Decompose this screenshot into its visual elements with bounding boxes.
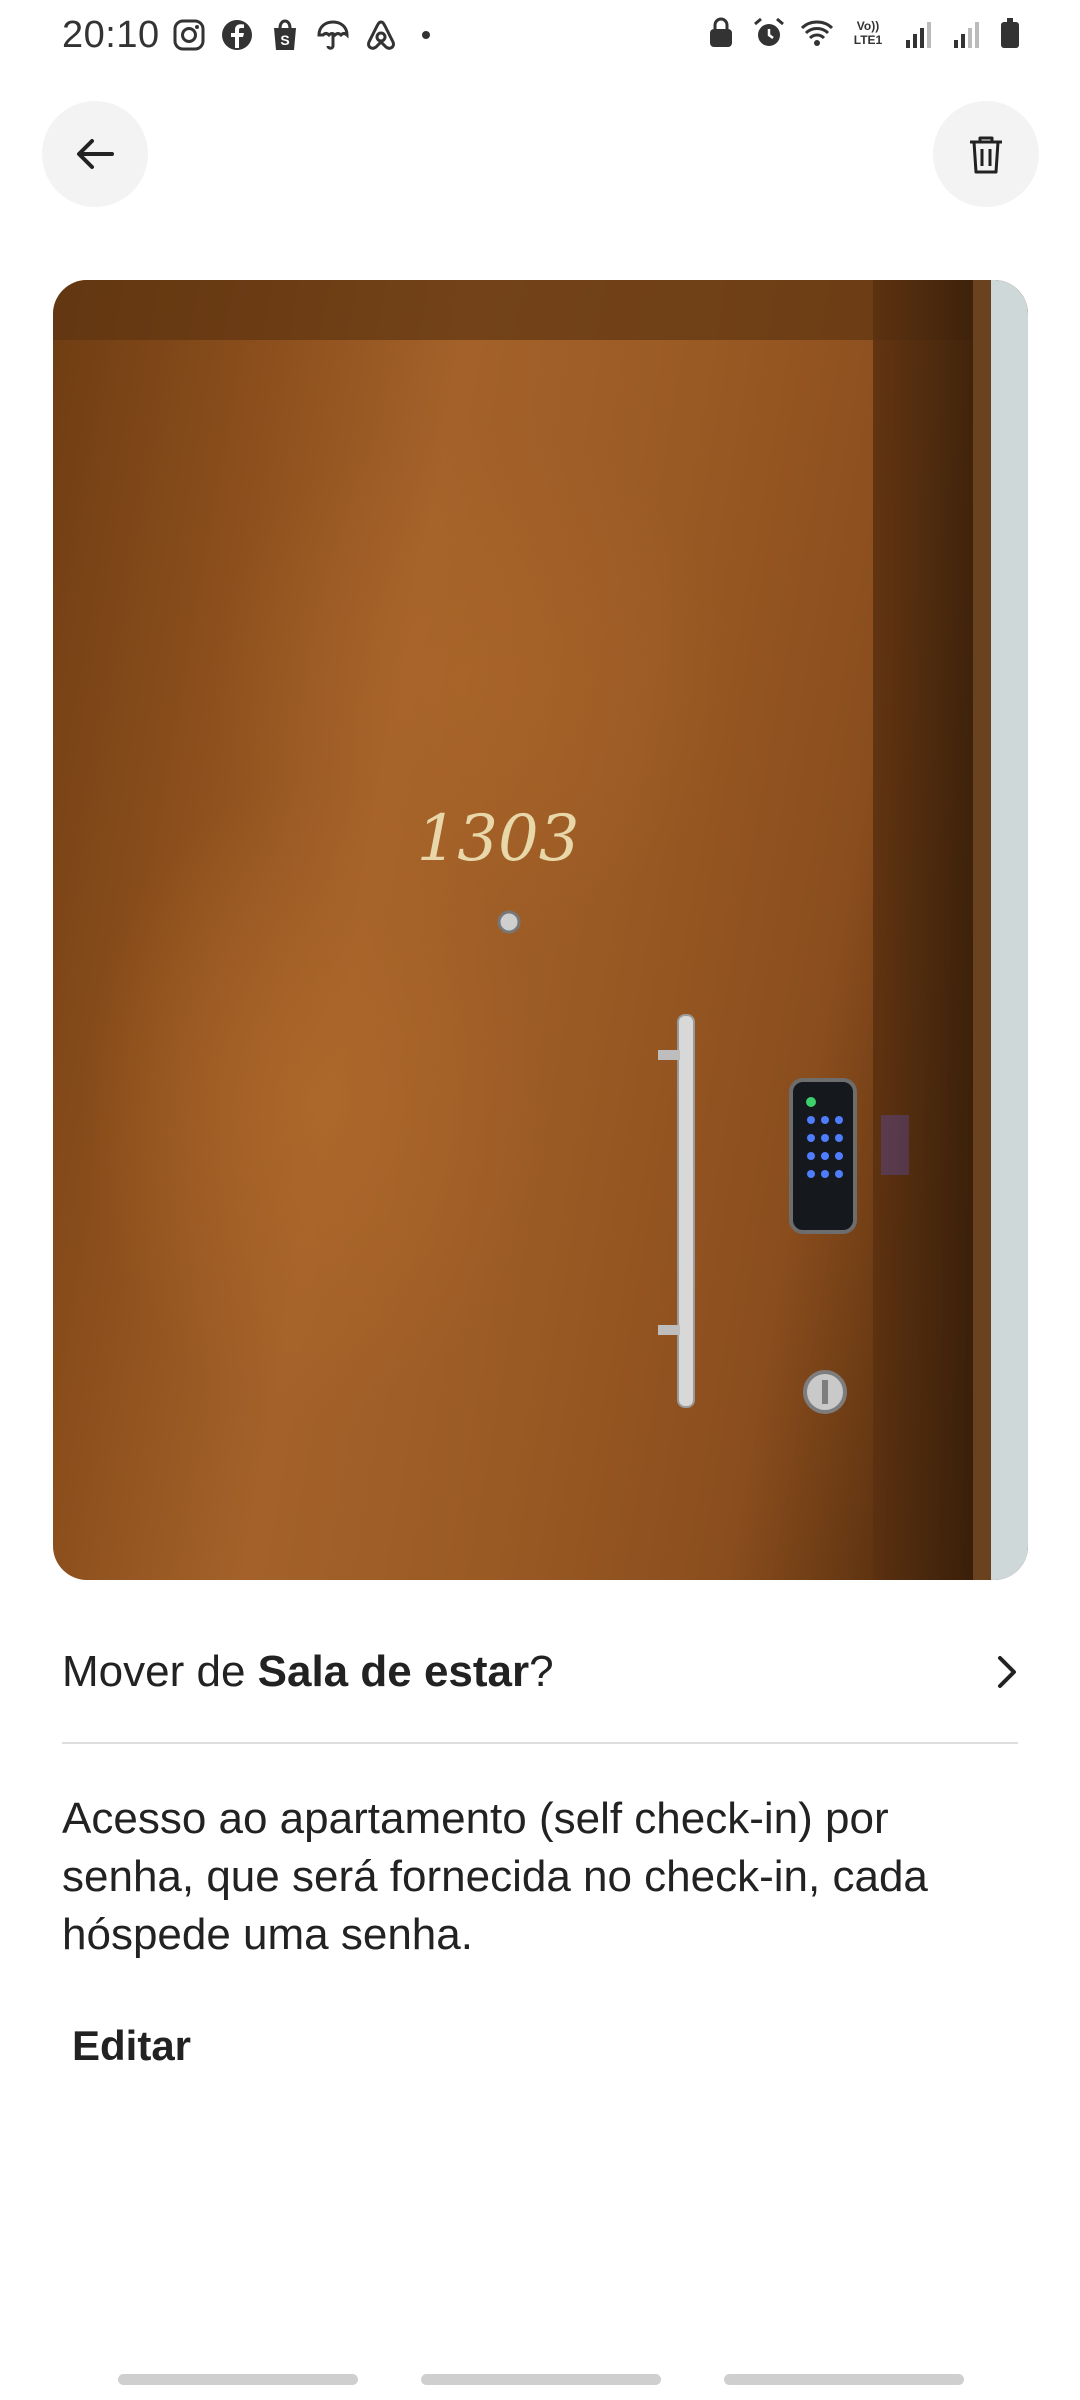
airbnb-icon: [367, 20, 395, 50]
move-room-text: Mover de Sala de estar?: [62, 1647, 554, 1697]
svg-text:S: S: [280, 32, 289, 48]
chevron-right-icon: [998, 1656, 1016, 1688]
signal-icon: [906, 22, 931, 48]
status-time: 20:10: [62, 14, 160, 56]
door-number: 1303: [417, 802, 580, 876]
photo-description: Acesso ao apartamento (self check-in) po…: [62, 1794, 928, 1959]
room-photo: 1303: [53, 280, 1028, 1580]
wifi-icon: [800, 20, 834, 46]
bottom-indicator: [421, 2374, 661, 2385]
move-room-row[interactable]: Mover de Sala de estar?: [62, 1632, 1022, 1712]
arrow-left-icon: [77, 139, 114, 169]
more-notifications-dot: [422, 31, 430, 39]
move-prefix: Mover de: [62, 1647, 258, 1696]
alarm-icon: [754, 17, 784, 46]
bottom-indicator: [118, 2374, 358, 2385]
battery-icon: [1001, 18, 1019, 48]
notification-icons: S: [172, 18, 430, 52]
move-room-name: Sala de estar: [257, 1647, 530, 1696]
umbrella-icon: [317, 20, 349, 50]
shopify-icon: S: [274, 19, 296, 50]
instagram-icon: [173, 19, 205, 51]
signal-icon-2: [954, 22, 979, 48]
delete-button[interactable]: [933, 101, 1039, 207]
lock-icon: [710, 17, 732, 47]
trash-icon: [970, 136, 1002, 174]
system-icons: Vo)) LTE1: [704, 16, 1022, 50]
move-suffix: ?: [529, 1647, 554, 1696]
door-image: 1303: [53, 280, 1028, 1580]
volte-icon: Vo))LTE1: [854, 19, 883, 47]
back-button[interactable]: [42, 101, 148, 207]
edit-button[interactable]: Editar: [72, 2022, 191, 2070]
facebook-icon: [222, 20, 252, 50]
status-bar: 20:10 S Vo)) LTE1: [0, 0, 1080, 78]
svg-text:LTE1: LTE1: [854, 33, 883, 47]
bottom-nav-indicators: [0, 2374, 1080, 2386]
bottom-indicator: [724, 2374, 964, 2385]
svg-text:Vo)): Vo)): [857, 19, 879, 33]
divider: [62, 1742, 1018, 1744]
